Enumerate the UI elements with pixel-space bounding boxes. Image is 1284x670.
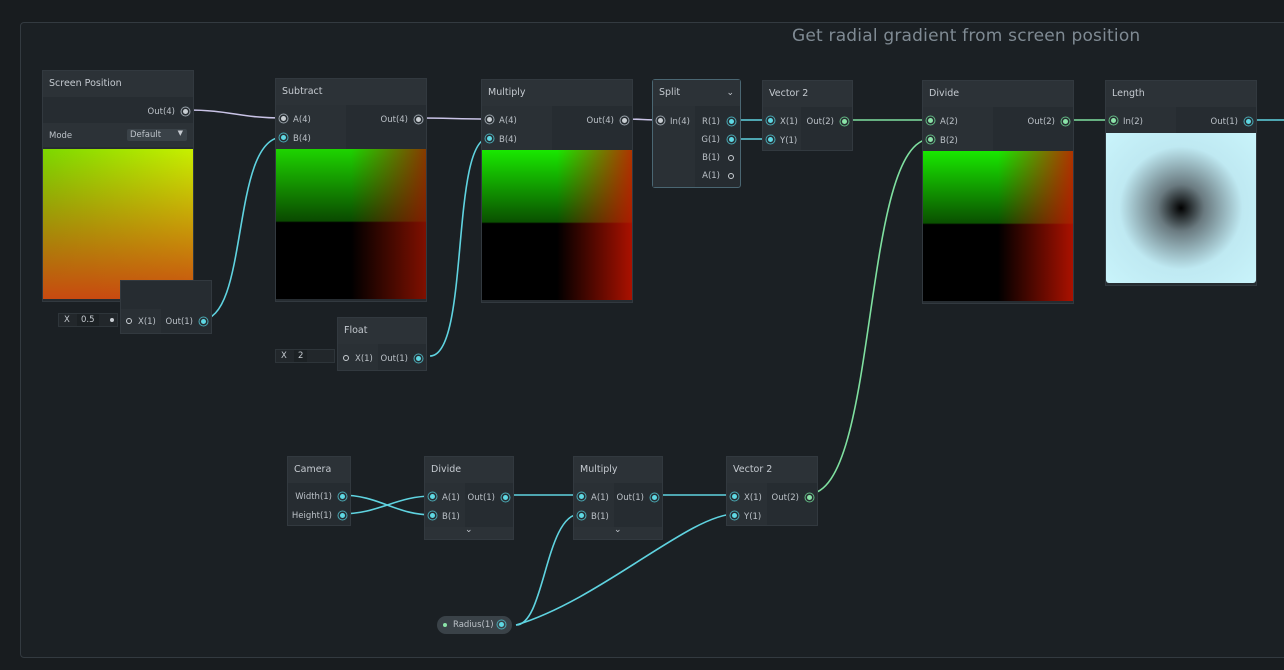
group-title[interactable]: Get radial gradient from screen position [792, 26, 1140, 46]
port-out[interactable] [807, 495, 812, 500]
port-in-b[interactable] [487, 136, 492, 141]
port-in-b[interactable] [281, 135, 286, 140]
port-out-label: Out(4) [147, 107, 175, 117]
node-preview [923, 151, 1073, 301]
node-preview [1106, 133, 1256, 283]
port-out-r[interactable] [729, 119, 734, 124]
port-out-label: Out(1) [165, 317, 193, 327]
port-out[interactable] [183, 109, 188, 114]
port-out[interactable] [842, 119, 847, 124]
port-in-b[interactable] [579, 513, 584, 518]
port-in-a[interactable] [487, 117, 492, 122]
port-out-a[interactable] [728, 173, 734, 179]
port-out-b[interactable] [728, 155, 734, 161]
chevron-down-icon: ⌄ [465, 525, 473, 535]
chevron-down-icon: ⌄ [614, 525, 622, 535]
mode-label: Mode [49, 131, 73, 141]
mode-dropdown[interactable]: Default ▼ [127, 129, 187, 141]
port-in-a[interactable] [281, 116, 286, 121]
node-subtract[interactable]: Subtract A(4) B(4) Out(4) [275, 78, 427, 302]
port-in-x[interactable] [126, 318, 132, 324]
node-title: Divide [425, 457, 513, 483]
port-in-x[interactable] [732, 494, 737, 499]
node-title: Float [338, 318, 426, 344]
node-title: Divide [923, 81, 1073, 107]
node-divide-top[interactable]: Divide A(2) B(2) Out(2) [922, 80, 1074, 304]
node-title: Length [1106, 81, 1256, 107]
node-split[interactable]: Split ⌄ In(4) R(1) G(1) B(1) A(1) [652, 79, 741, 188]
node-vector1[interactable]: X(1) Out(1) [120, 280, 212, 334]
field-connector [110, 318, 114, 322]
port-out[interactable] [503, 495, 508, 500]
port-out[interactable] [201, 319, 206, 324]
port-in-x[interactable] [343, 355, 349, 361]
port-out[interactable] [652, 495, 657, 500]
float-x-field[interactable]: X 2 [275, 349, 335, 363]
port-out[interactable] [416, 117, 421, 122]
port-out[interactable] [622, 118, 627, 123]
node-preview [43, 149, 193, 299]
port-in-a[interactable] [928, 118, 933, 123]
port-out[interactable] [1246, 119, 1251, 124]
port-out-g[interactable] [729, 137, 734, 142]
node-preview [482, 150, 632, 300]
node-title: Vector 2 [763, 81, 852, 107]
node-title: Subtract [276, 79, 426, 105]
expand-bar[interactable]: ⌄ [425, 525, 513, 539]
port-in-b[interactable] [430, 513, 435, 518]
node-screen-position[interactable]: Screen Position Out(4) Mode Default ▼ [42, 70, 194, 302]
port-in-a[interactable] [579, 494, 584, 499]
node-vector2-bottom[interactable]: Vector 2 X(1) Y(1) Out(2) [726, 456, 818, 526]
port-in-b[interactable] [928, 137, 933, 142]
property-radius[interactable]: Radius(1) [437, 616, 512, 634]
port-in-x-label: X(1) [138, 317, 156, 327]
node-title: Camera [288, 457, 350, 483]
node-camera[interactable]: Camera Width(1) Height(1) [287, 456, 351, 526]
port-out-width[interactable] [340, 494, 345, 499]
node-preview [276, 149, 426, 299]
port-in-y[interactable] [768, 137, 773, 142]
node-length[interactable]: Length In(2) Out(1) [1105, 80, 1257, 286]
node-multiply-top[interactable]: Multiply A(4) B(4) Out(4) [481, 79, 633, 303]
node-multiply-bottom[interactable]: Multiply A(1) B(1) Out(1) ⌄ [573, 456, 663, 540]
node-divide-bottom[interactable]: Divide A(1) B(1) Out(1) ⌄ [424, 456, 514, 540]
property-label: Radius(1) [453, 620, 494, 630]
port-in-y[interactable] [732, 513, 737, 518]
port-out[interactable] [416, 356, 421, 361]
node-title: Multiply [482, 80, 632, 106]
vector1-x-field[interactable]: X 0.5 [58, 313, 118, 327]
expand-bar[interactable]: ⌄ [574, 525, 662, 539]
node-title: Vector 2 [727, 457, 817, 483]
node-float[interactable]: Float X(1) Out(1) [337, 317, 427, 371]
port-out[interactable] [1063, 119, 1068, 124]
port-in-x[interactable] [768, 118, 773, 123]
port-in[interactable] [658, 118, 663, 123]
node-title: Screen Position [43, 71, 193, 97]
port-out[interactable] [499, 622, 504, 627]
port-in-a[interactable] [430, 494, 435, 499]
chevron-down-icon: ▼ [177, 129, 183, 137]
port-in[interactable] [1111, 118, 1116, 123]
chevron-down-icon[interactable]: ⌄ [726, 88, 734, 98]
node-vector2-top[interactable]: Vector 2 X(1) Y(1) Out(2) [762, 80, 853, 151]
node-title: Multiply [574, 457, 662, 483]
port-out-height[interactable] [340, 513, 345, 518]
property-indicator [443, 623, 447, 627]
